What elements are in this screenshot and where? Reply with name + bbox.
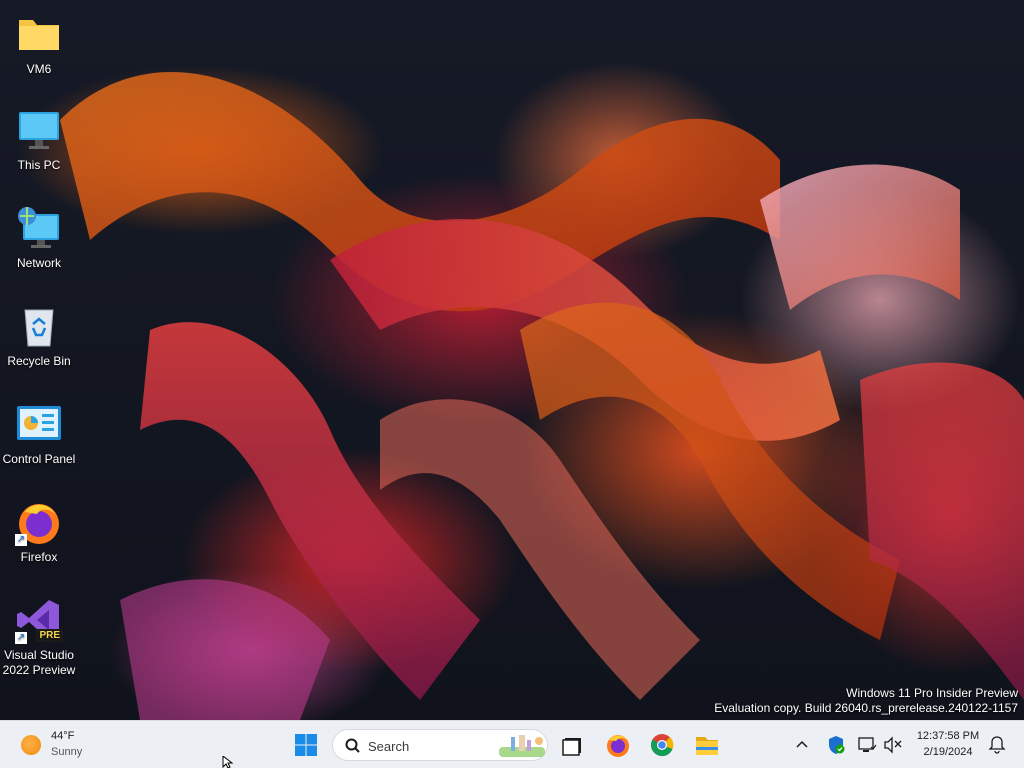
chrome-taskbar-button[interactable] [644, 727, 680, 763]
desktop-icon-label: Visual Studio 2022 Preview [2, 648, 76, 677]
task-view-button[interactable] [555, 727, 591, 763]
shortcut-arrow-icon: ↗ [15, 632, 27, 644]
folder-icon [15, 10, 63, 58]
control-panel-icon [15, 400, 63, 448]
notification-button[interactable] [986, 727, 1008, 763]
weather-condition: Sunny [51, 746, 83, 758]
sun-icon [21, 735, 41, 755]
folder-icon [696, 737, 718, 755]
security-shield-icon [829, 736, 845, 754]
network-status-icon [858, 737, 877, 752]
weather-widget[interactable]: 44°F Sunny [18, 729, 138, 761]
monitor-icon [15, 106, 63, 154]
firefox-taskbar-button[interactable] [600, 727, 636, 763]
clock-time: 12:37:58 PM [916, 730, 980, 742]
security-tray-icon[interactable] [824, 727, 848, 763]
mouse-cursor-icon [222, 756, 234, 768]
desktop-icon-control-panel[interactable]: Control Panel [0, 400, 78, 467]
desktop-icon-label: Control Panel [2, 452, 76, 466]
desktop-icon-visual-studio[interactable]: PRE ↗ Visual Studio 2022 Preview [0, 596, 78, 678]
volume-tray-icon[interactable] [880, 727, 904, 763]
visual-studio-icon: PRE ↗ [15, 596, 63, 644]
desktop-icon-recycle-bin[interactable]: Recycle Bin [0, 302, 78, 369]
desktop-wallpaper: VM6 This PC Network Recycle Bin Control … [0, 0, 1024, 720]
volume-muted-icon [884, 736, 902, 754]
show-hidden-icons-button[interactable] [790, 727, 814, 763]
desktop-icon-label: Firefox [20, 550, 58, 564]
chrome-icon [651, 734, 674, 757]
firefox-icon [607, 735, 629, 757]
chevron-up-icon [796, 740, 808, 748]
desktop-icon-vm6[interactable]: VM6 [0, 10, 78, 77]
task-view-icon [562, 738, 581, 756]
desktop-icon-firefox[interactable]: ↗ Firefox [0, 498, 78, 565]
network-icon [15, 204, 63, 252]
shortcut-arrow-icon: ↗ [15, 534, 27, 546]
notification-bell-icon [988, 736, 1006, 754]
windows-logo-icon [295, 734, 317, 756]
wallpaper-ribbons [60, 72, 1024, 720]
start-button[interactable] [288, 727, 324, 763]
network-tray-icon[interactable] [855, 727, 879, 763]
desktop-icon-label: Network [16, 256, 61, 270]
search-placeholder: Search [368, 739, 410, 754]
search-icon [345, 738, 360, 753]
taskbar: 44°F Sunny Search 12:37:58 PM 2/19/2024 [0, 720, 1024, 768]
firefox-icon: ↗ [15, 498, 63, 546]
search-highlight-icon [499, 735, 545, 757]
desktop-icon-label: Recycle Bin [7, 354, 71, 368]
clock-date: 2/19/2024 [923, 746, 973, 758]
recycle-bin-icon [15, 302, 63, 350]
file-explorer-taskbar-button[interactable] [689, 727, 725, 763]
desktop-icon-label: This PC [17, 158, 61, 172]
desktop-icon-this-pc[interactable]: This PC [0, 106, 78, 173]
system-clock[interactable]: 12:37:58 PM 2/19/2024 [906, 728, 990, 760]
windows-watermark: Windows 11 Pro Insider Preview Evaluatio… [714, 686, 1018, 716]
watermark-line2: Evaluation copy. Build 26040.rs_prerelea… [714, 701, 1018, 715]
watermark-line1: Windows 11 Pro Insider Preview [846, 686, 1018, 700]
search-box[interactable]: Search [332, 729, 548, 761]
desktop-icon-label: VM6 [26, 62, 52, 76]
desktop-icon-network[interactable]: Network [0, 204, 78, 271]
preview-badge: PRE [36, 629, 63, 642]
weather-temperature: 44°F [51, 730, 75, 742]
